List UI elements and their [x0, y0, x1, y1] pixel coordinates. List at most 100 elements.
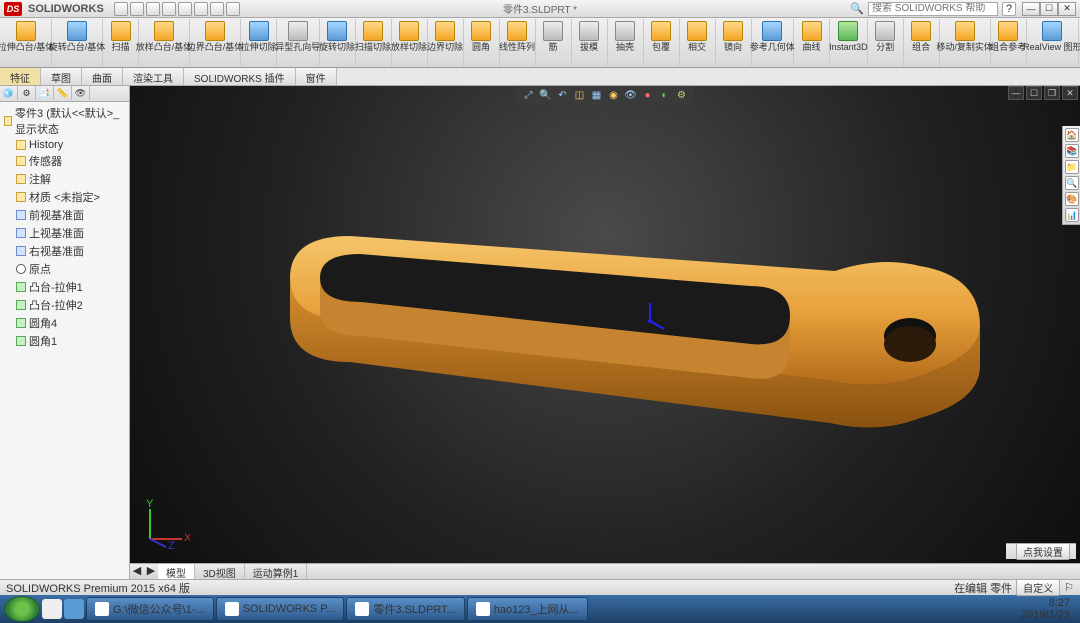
- ribbon-筋[interactable]: 筋: [536, 19, 572, 66]
- panel-tab-property[interactable]: ⚙: [18, 86, 36, 100]
- tab-SOLIDWORKS 插件[interactable]: SOLIDWORKS 插件: [184, 68, 296, 85]
- qat-options-icon[interactable]: [226, 2, 240, 16]
- explorer-icon[interactable]: [42, 599, 62, 619]
- tree-item[interactable]: 上视基准面: [2, 224, 127, 242]
- ribbon-旋转切除[interactable]: 旋转切除: [320, 19, 356, 66]
- ribbon-扫描切除[interactable]: 扫描切除: [356, 19, 392, 66]
- tab-窗件[interactable]: 窗件: [296, 68, 337, 85]
- ribbon-线性阵列[interactable]: 线性阵列: [500, 19, 536, 66]
- ribbon-放样切除[interactable]: 放样切除: [392, 19, 428, 66]
- view-settings-icon[interactable]: ⚙: [675, 88, 689, 102]
- qat-new-icon[interactable]: [114, 2, 128, 16]
- panel-tab-featuretree[interactable]: 🧊: [0, 86, 18, 100]
- search-input[interactable]: [868, 2, 998, 16]
- ribbon-包覆[interactable]: 包覆: [644, 19, 680, 66]
- zoom-area-icon[interactable]: 🔍: [539, 88, 553, 102]
- ribbon-镜向[interactable]: 镜向: [716, 19, 752, 66]
- qat-undo-icon[interactable]: [178, 2, 192, 16]
- feature-tree[interactable]: 零件3 (默认<<默认>_显示状态 History传感器注解材质 <未指定>前视…: [0, 102, 129, 579]
- ribbon-组合参考[interactable]: 组合参考: [991, 19, 1027, 66]
- bottom-tab-模型[interactable]: 模型: [158, 564, 195, 579]
- ribbon-放样凸台/基体[interactable]: 放样凸台/基体: [139, 19, 190, 66]
- tree-item[interactable]: 原点: [2, 260, 127, 278]
- ribbon-相交[interactable]: 相交: [680, 19, 716, 66]
- bottom-tab-3D视图[interactable]: 3D视图: [195, 564, 245, 579]
- taskpane-property-icon[interactable]: 📊: [1065, 208, 1079, 222]
- tree-item[interactable]: 圆角1: [2, 332, 127, 350]
- vp-restore[interactable]: ❐: [1044, 86, 1060, 100]
- ribbon-拔模[interactable]: 拔模: [572, 19, 608, 66]
- taskpane-explorer-icon[interactable]: 📁: [1065, 160, 1079, 174]
- ribbon-组合[interactable]: 组合: [904, 19, 940, 66]
- tree-item[interactable]: 右视基准面: [2, 242, 127, 260]
- ribbon-异型孔向导[interactable]: 异型孔向导: [277, 19, 319, 66]
- view-orientation-icon[interactable]: ▦: [590, 88, 604, 102]
- panel-tab-dim[interactable]: 📏: [54, 86, 72, 100]
- taskbar-item[interactable]: G:\微信公众号\1-...: [86, 597, 214, 621]
- display-style-icon[interactable]: ◉: [607, 88, 621, 102]
- section-view-icon[interactable]: ◫: [573, 88, 587, 102]
- ribbon-拉伸凸台/基体[interactable]: 拉伸凸台/基体: [1, 19, 52, 66]
- ribbon-抽壳[interactable]: 抽壳: [608, 19, 644, 66]
- taskpane-library-icon[interactable]: 📚: [1065, 144, 1079, 158]
- tree-item[interactable]: 圆角4: [2, 314, 127, 332]
- help-icon[interactable]: ?: [1002, 2, 1016, 16]
- tab-scroll-right[interactable]: ▶: [144, 564, 158, 579]
- apply-scene-icon[interactable]: ◐: [658, 88, 672, 102]
- tree-item[interactable]: 凸台-拉伸2: [2, 296, 127, 314]
- qat-redo-icon[interactable]: [194, 2, 208, 16]
- qat-print-icon[interactable]: [162, 2, 176, 16]
- vp-min[interactable]: —: [1008, 86, 1024, 100]
- viewport[interactable]: ⤢ 🔍 ↶ ◫ ▦ ◉ 👁 ● ◐ ⚙ — ☐ ❐ ✕: [130, 86, 1080, 579]
- bottom-tab-运动算例1[interactable]: 运动算例1: [245, 564, 308, 579]
- edit-appearance-icon[interactable]: ●: [641, 88, 655, 102]
- taskpane-view-icon[interactable]: 🔍: [1065, 176, 1079, 190]
- qat-open-icon[interactable]: [130, 2, 144, 16]
- minimize-button[interactable]: —: [1022, 2, 1040, 16]
- view-triad[interactable]: Y X Z: [140, 499, 190, 549]
- tab-草图[interactable]: 草图: [41, 68, 82, 85]
- ribbon-参考几何体[interactable]: 参考几何体: [752, 19, 794, 66]
- tab-特征[interactable]: 特征: [0, 68, 41, 85]
- tab-scroll-left[interactable]: ◀: [130, 564, 144, 579]
- ie-icon[interactable]: [64, 599, 84, 619]
- tree-item[interactable]: History: [2, 138, 127, 152]
- tree-item[interactable]: 注解: [2, 170, 127, 188]
- status-flag-icon[interactable]: ⚐: [1064, 581, 1074, 594]
- maximize-button[interactable]: ☐: [1040, 2, 1058, 16]
- start-button[interactable]: [4, 596, 40, 622]
- taskbar-item[interactable]: SOLIDWORKS P...: [216, 597, 345, 621]
- ribbon-分割[interactable]: 分割: [868, 19, 904, 66]
- qat-rebuild-icon[interactable]: [210, 2, 224, 16]
- zoom-fit-icon[interactable]: ⤢: [522, 88, 536, 102]
- ribbon-曲线[interactable]: 曲线: [794, 19, 830, 66]
- previous-view-icon[interactable]: ↶: [556, 88, 570, 102]
- tab-渲染工具[interactable]: 渲染工具: [123, 68, 184, 85]
- vp-max[interactable]: ☐: [1026, 86, 1042, 100]
- qat-save-icon[interactable]: [146, 2, 160, 16]
- ribbon-RealView 图形[interactable]: RealView 图形: [1027, 19, 1079, 66]
- link-button[interactable]: 点我设置: [1006, 543, 1076, 559]
- ribbon-边界凸台/基体[interactable]: 边界凸台/基体: [190, 19, 241, 66]
- system-clock[interactable]: 8:27 2019/1/23: [1015, 597, 1076, 621]
- ribbon-边界切除[interactable]: 边界切除: [428, 19, 464, 66]
- ribbon-圆角[interactable]: 圆角: [464, 19, 500, 66]
- ribbon-移动/复制实体[interactable]: 移动/复制实体: [940, 19, 991, 66]
- tree-item[interactable]: 材质 <未指定>: [2, 188, 127, 206]
- hide-show-icon[interactable]: 👁: [624, 88, 638, 102]
- vp-close[interactable]: ✕: [1062, 86, 1078, 100]
- taskpane-home-icon[interactable]: 🏠: [1065, 128, 1079, 142]
- panel-tab-display[interactable]: 👁: [72, 86, 90, 100]
- taskbar-item[interactable]: 零件3.SLDPRT...: [346, 597, 464, 621]
- taskpane-appearance-icon[interactable]: 🎨: [1065, 192, 1079, 206]
- tree-root[interactable]: 零件3 (默认<<默认>_显示状态: [2, 104, 127, 138]
- taskbar-item[interactable]: hao123_上网从...: [467, 597, 588, 621]
- tree-item[interactable]: 前视基准面: [2, 206, 127, 224]
- ribbon-Instant3D[interactable]: Instant3D: [830, 19, 868, 66]
- status-custom-button[interactable]: 自定义: [1016, 579, 1060, 596]
- ribbon-拉伸切除[interactable]: 拉伸切除: [241, 19, 277, 66]
- ribbon-旋转凸台/基体[interactable]: 旋转凸台/基体: [52, 19, 103, 66]
- close-button[interactable]: ✕: [1058, 2, 1076, 16]
- ribbon-扫描[interactable]: 扫描: [103, 19, 139, 66]
- link-button-label[interactable]: 点我设置: [1016, 543, 1070, 560]
